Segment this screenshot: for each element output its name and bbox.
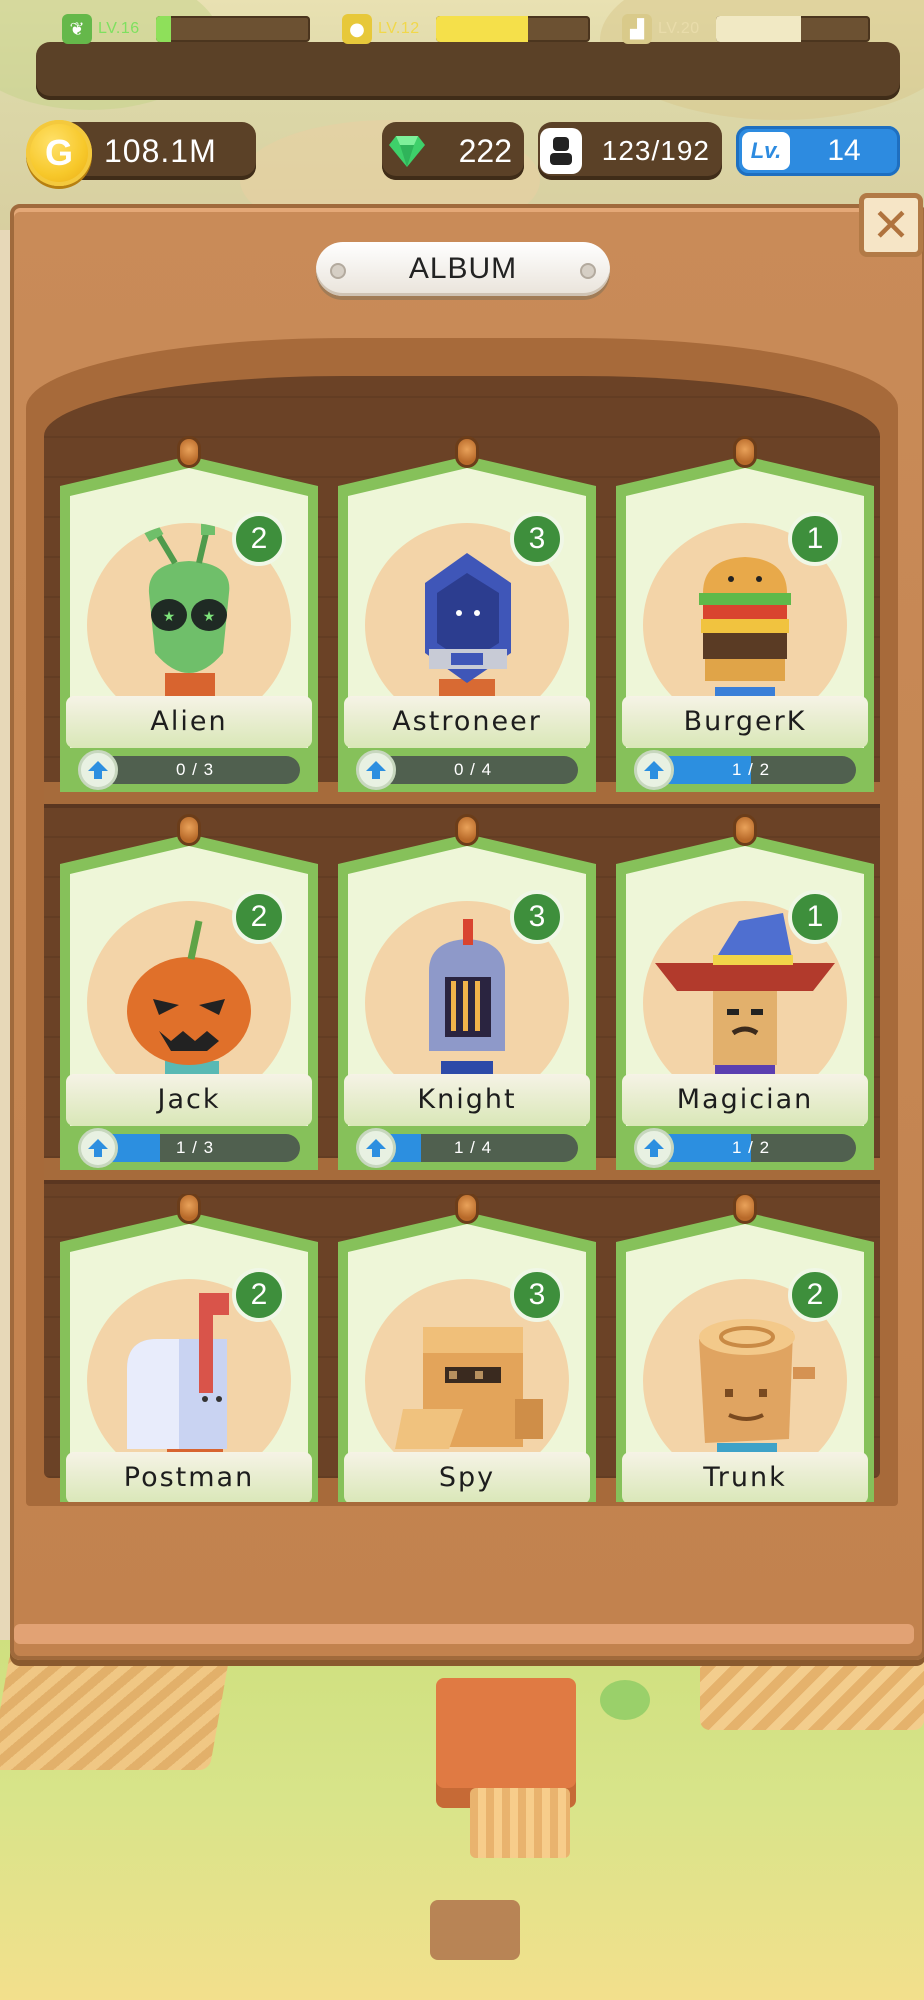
- character-card-trunk[interactable]: 2 Trunk: [616, 1194, 874, 1502]
- rivet-icon: [330, 263, 346, 279]
- character-card-jack[interactable]: 2 Jack 1 / 3: [60, 814, 318, 1170]
- worker-icon: [540, 128, 582, 174]
- card-name: Alien: [150, 706, 228, 737]
- card-name: Postman: [123, 1462, 255, 1493]
- factory-level-stat[interactable]: ▟ LV.20: [622, 14, 872, 44]
- coin-amount: 108.1M: [104, 133, 217, 169]
- hanging-nail-icon: [177, 1194, 201, 1224]
- upgrade-progress-text: 1 / 2: [731, 1138, 771, 1157]
- income-level-stat[interactable]: ● LV.12: [342, 14, 592, 44]
- hanging-nail-icon: [177, 814, 201, 846]
- population-amount: 123/192: [601, 135, 710, 166]
- upgrade-arrow-icon[interactable]: [356, 750, 396, 790]
- close-button[interactable]: ✕: [859, 193, 923, 257]
- income-level-label: LV.12: [378, 20, 420, 37]
- card-count-badge: 2: [788, 1268, 842, 1322]
- hanging-nail-icon: [733, 1194, 757, 1224]
- upgrade-arrow-icon[interactable]: [634, 750, 674, 790]
- character-card-astroneer[interactable]: 3 Astroneer 0 / 4: [338, 436, 596, 792]
- svg-text:★: ★: [163, 609, 176, 625]
- rivet-icon: [580, 263, 596, 279]
- card-name: Magician: [676, 1084, 814, 1115]
- factory-icon: ▟: [622, 14, 652, 44]
- character-card-magician[interactable]: 1 Magician 1 / 2: [616, 814, 874, 1170]
- gold-coin-icon: G: [26, 120, 92, 186]
- character-card-alien[interactable]: ★ ★ 2 Alien 0 / 3: [60, 436, 318, 792]
- upgrade-progress-bar: 1 / 3: [90, 1134, 300, 1162]
- character-card-spy[interactable]: 3 Spy: [338, 1194, 596, 1502]
- level-label: Lv.: [742, 132, 790, 170]
- card-name: Trunk: [703, 1462, 787, 1493]
- album-title: ALBUM: [408, 252, 518, 285]
- upgrade-arrow-icon[interactable]: [634, 1128, 674, 1168]
- character-card-postman[interactable]: 2 Postman: [60, 1194, 318, 1502]
- album-title-plate: ALBUM: [316, 242, 610, 296]
- upgrade-arrow-icon[interactable]: [78, 750, 118, 790]
- farm-level-label: LV.16: [98, 20, 140, 37]
- hanging-nail-icon: [177, 436, 201, 468]
- card-count-badge: 2: [232, 1268, 286, 1322]
- hanging-nail-icon: [455, 436, 479, 468]
- leaf-icon: ❦: [62, 14, 92, 44]
- farm-level-stat[interactable]: ❦ LV.16: [62, 14, 312, 44]
- upgrade-progress-text: 0 / 3: [175, 760, 215, 779]
- upgrade-arrow-icon[interactable]: [78, 1128, 118, 1168]
- resource-bar: [36, 42, 900, 100]
- svg-text:★: ★: [203, 609, 216, 625]
- factory-level-label: LV.20: [658, 20, 700, 37]
- upgrade-progress-bar: 1 / 2: [646, 756, 856, 784]
- upgrade-progress-text: 1 / 3: [175, 1138, 215, 1157]
- hanging-nail-icon: [455, 814, 479, 846]
- character-card-knight[interactable]: 3 Knight 1 / 4: [338, 814, 596, 1170]
- income-level-progress: [436, 16, 590, 42]
- card-name: Knight: [417, 1084, 517, 1115]
- panel-trim: [14, 1624, 914, 1644]
- gem-icon: [389, 136, 425, 167]
- card-name: BurgerK: [683, 706, 807, 737]
- card-name: Spy: [438, 1462, 496, 1493]
- farm-scenery: [0, 1640, 924, 2000]
- hanging-nail-icon: [733, 436, 757, 468]
- card-count-badge: 2: [232, 890, 286, 944]
- upgrade-progress-text: 0 / 4: [453, 760, 493, 779]
- factory-level-progress: [716, 16, 870, 42]
- card-count-badge: 1: [788, 890, 842, 944]
- upgrade-progress-bar: 0 / 4: [368, 756, 578, 784]
- card-count-badge: 3: [510, 1268, 564, 1322]
- character-card-burgerk[interactable]: 1 BurgerK 1 / 2: [616, 436, 874, 792]
- player-level-badge[interactable]: Lv. 14: [736, 126, 900, 176]
- card-count-badge: 3: [510, 890, 564, 944]
- card-count-badge: 3: [510, 512, 564, 566]
- upgrade-arrow-icon[interactable]: [356, 1128, 396, 1168]
- card-count-badge: 1: [788, 512, 842, 566]
- card-name: Jack: [157, 1084, 221, 1115]
- hanging-nail-icon: [733, 814, 757, 846]
- player-level: 14: [827, 134, 861, 167]
- upgrade-progress-text: 1 / 4: [453, 1138, 493, 1157]
- upgrade-progress-bar: 1 / 2: [646, 1134, 856, 1162]
- upgrade-progress-text: 1 / 2: [731, 760, 771, 779]
- card-name: Astroneer: [392, 706, 542, 737]
- money-bag-icon: ●: [342, 14, 372, 44]
- card-count-badge: 2: [232, 512, 286, 566]
- upgrade-progress-bar: 1 / 4: [368, 1134, 578, 1162]
- gem-amount: 222: [458, 133, 512, 169]
- upgrade-progress-bar: 0 / 3: [90, 756, 300, 784]
- farm-level-progress: [156, 16, 310, 42]
- hanging-nail-icon: [455, 1194, 479, 1224]
